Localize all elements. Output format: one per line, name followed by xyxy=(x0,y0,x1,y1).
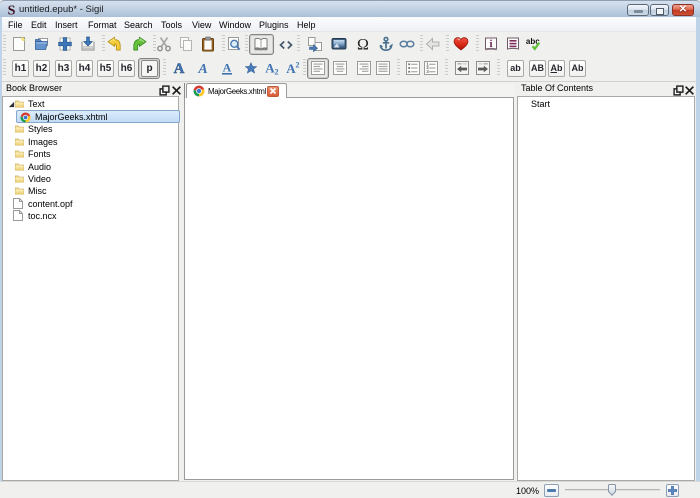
svg-text:A: A xyxy=(197,62,207,76)
svg-text:Ω: Ω xyxy=(357,37,369,53)
svg-text:2: 2 xyxy=(275,68,279,77)
svg-text:A: A xyxy=(174,61,185,76)
svg-text:2: 2 xyxy=(296,61,300,70)
svg-text:3: 3 xyxy=(426,69,429,74)
svg-text:i: i xyxy=(489,38,492,50)
svg-text:A: A xyxy=(223,61,232,75)
svg-text:S: S xyxy=(8,4,16,16)
